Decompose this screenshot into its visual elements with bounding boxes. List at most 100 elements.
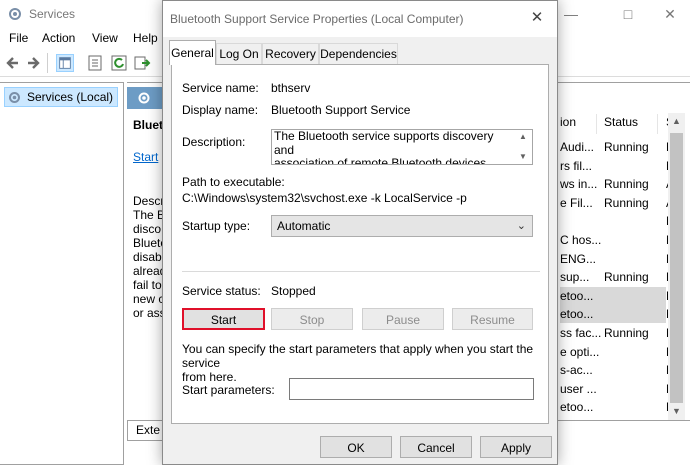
row-description: etoo... (560, 400, 594, 415)
column-header-description[interactable]: ion (560, 115, 576, 137)
display-name-label: Display name: (182, 103, 259, 117)
vertical-scrollbar[interactable]: ▲ ▼ (668, 113, 685, 420)
row-description: s-ac... (560, 363, 593, 378)
dialog-titlebar: Bluetooth Support Service Properties (Lo… (163, 1, 557, 37)
service-status-value: Stopped (271, 284, 316, 298)
detail-desc-line: The B (133, 208, 166, 222)
startup-type-value: Automatic (277, 219, 331, 233)
row-description: rs fil... (560, 158, 592, 173)
row-description: ss fac... (560, 326, 602, 340)
general-tab-panel: Service name: bthserv Display name: Blue… (171, 64, 549, 424)
apply-button[interactable]: Apply (480, 436, 552, 458)
menu-file[interactable]: File (9, 31, 28, 45)
start-params-input[interactable] (289, 378, 534, 400)
tab-general[interactable]: General (169, 40, 216, 65)
row-description: Audi... (560, 140, 595, 154)
description-label: Description: (182, 135, 246, 149)
tab-dependencies[interactable]: Dependencies (319, 43, 398, 64)
chevron-up-icon[interactable]: ▲ (519, 132, 527, 141)
detail-desc-line: disco (133, 222, 162, 236)
table-row[interactable]: ws in...RunningA (560, 175, 674, 193)
row-description: user ... (560, 381, 597, 396)
services-window-title: Services (29, 7, 76, 21)
menu-help[interactable]: Help (133, 31, 158, 45)
row-status: Running (604, 177, 649, 192)
menu-action[interactable]: Action (42, 31, 75, 45)
table-row[interactable]: s-ac...M (560, 361, 676, 379)
scroll-thumb[interactable] (670, 133, 683, 403)
properties-sheet-icon[interactable] (86, 54, 104, 72)
tab-log-on[interactable]: Log On (216, 43, 262, 64)
details-header (127, 87, 167, 109)
path-label: Path to executable: (182, 175, 285, 189)
column-divider (596, 114, 597, 134)
row-status: Running (604, 140, 649, 154)
start-button[interactable]: Start (182, 308, 265, 330)
description-text: The Bluetooth service supports discovery… (274, 129, 494, 165)
stop-button[interactable]: Stop (271, 308, 353, 330)
pause-button[interactable]: Pause (362, 308, 444, 330)
table-row[interactable]: M (560, 212, 676, 230)
description-scrollbar[interactable]: ▲ ▼ (516, 130, 532, 164)
start-service-link[interactable]: Start (133, 150, 158, 164)
service-name-label: Service name: (182, 81, 259, 95)
close-window-button[interactable]: ✕ (659, 4, 681, 24)
forward-arrow-icon[interactable] (24, 54, 42, 72)
export-list-icon[interactable] (133, 54, 151, 72)
minimize-button[interactable]: — (560, 4, 582, 24)
back-arrow-icon[interactable] (4, 54, 22, 72)
row-description: etoo... (560, 307, 594, 322)
tab-recovery[interactable]: Recovery (262, 43, 319, 64)
row-description: C hos... (560, 233, 602, 247)
divider (182, 271, 540, 272)
refresh-icon[interactable] (110, 54, 128, 72)
row-description: etoo... (560, 288, 594, 303)
tree-item-label: Services (Local) (27, 90, 114, 104)
console-tree-pane: Services (Local) (0, 82, 124, 465)
column-divider (657, 114, 658, 134)
row-description: ENG... (560, 251, 597, 266)
table-row[interactable]: user ...M (560, 380, 676, 398)
table-row[interactable]: C hos...M (560, 231, 676, 249)
service-status-label: Service status: (182, 284, 261, 298)
close-icon[interactable]: ✕ (527, 8, 547, 28)
table-row[interactable]: etoo...M (560, 305, 676, 324)
scroll-up-arrow-icon[interactable]: ▲ (668, 113, 685, 130)
row-status: Running (604, 270, 649, 285)
description-textbox[interactable]: The Bluetooth service supports discovery… (271, 129, 533, 165)
row-description: e Fil... (560, 195, 593, 210)
table-row[interactable]: ENG...M (560, 250, 676, 268)
services-gear-icon (9, 8, 21, 20)
cancel-button[interactable]: Cancel (400, 436, 472, 458)
console-tree-icon[interactable] (56, 54, 74, 72)
detail-desc-line: fail to (133, 278, 162, 292)
ok-button[interactable]: OK (320, 436, 392, 458)
table-row[interactable]: ss fac...RunningM (560, 324, 676, 342)
service-name-value: bthserv (271, 81, 311, 95)
detail-desc-line: disab (133, 250, 162, 264)
services-gear-icon (9, 92, 20, 103)
row-description: sup... (560, 270, 590, 285)
chevron-down-icon[interactable]: ▼ (519, 152, 527, 161)
column-header-status[interactable]: Status (604, 115, 638, 137)
gear-icon (138, 92, 150, 104)
menu-view[interactable]: View (92, 31, 118, 45)
table-row[interactable]: sup...RunningM (560, 268, 676, 286)
dialog-title: Bluetooth Support Service Properties (Lo… (170, 12, 464, 26)
row-description: e opti... (560, 344, 600, 359)
resume-button[interactable]: Resume (452, 308, 533, 330)
table-row[interactable]: etoo...M (560, 398, 676, 416)
detail-desc-line: Descr (133, 194, 165, 208)
tree-item-services-local[interactable]: Services (Local) (4, 87, 118, 107)
table-row[interactable]: e Fil...RunningA (560, 194, 674, 212)
maximize-button[interactable]: □ (617, 4, 639, 24)
toolbar-divider (47, 53, 48, 73)
table-row[interactable]: rs fil...M (560, 157, 676, 175)
chevron-down-icon: ⌄ (516, 220, 526, 232)
row-status: Running (604, 326, 649, 340)
table-row[interactable]: etoo...M (560, 286, 676, 305)
table-row[interactable]: Audi...RunningM (560, 138, 676, 156)
startup-type-select[interactable]: Automatic ⌄ (271, 215, 533, 237)
scroll-down-arrow-icon[interactable]: ▼ (668, 403, 685, 420)
table-row[interactable]: e opti...M (560, 343, 676, 361)
